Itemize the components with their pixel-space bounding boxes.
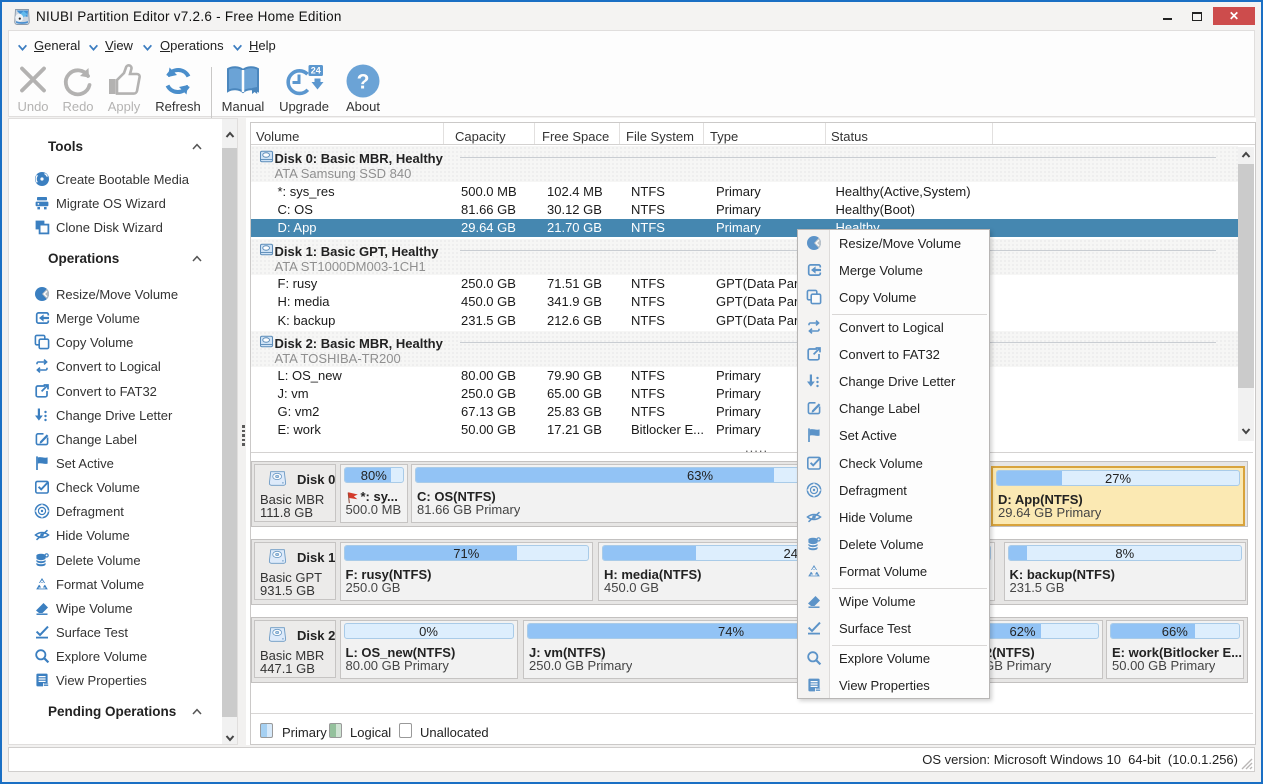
svg-text:?: ?: [357, 71, 370, 94]
svg-text:24: 24: [311, 66, 321, 76]
